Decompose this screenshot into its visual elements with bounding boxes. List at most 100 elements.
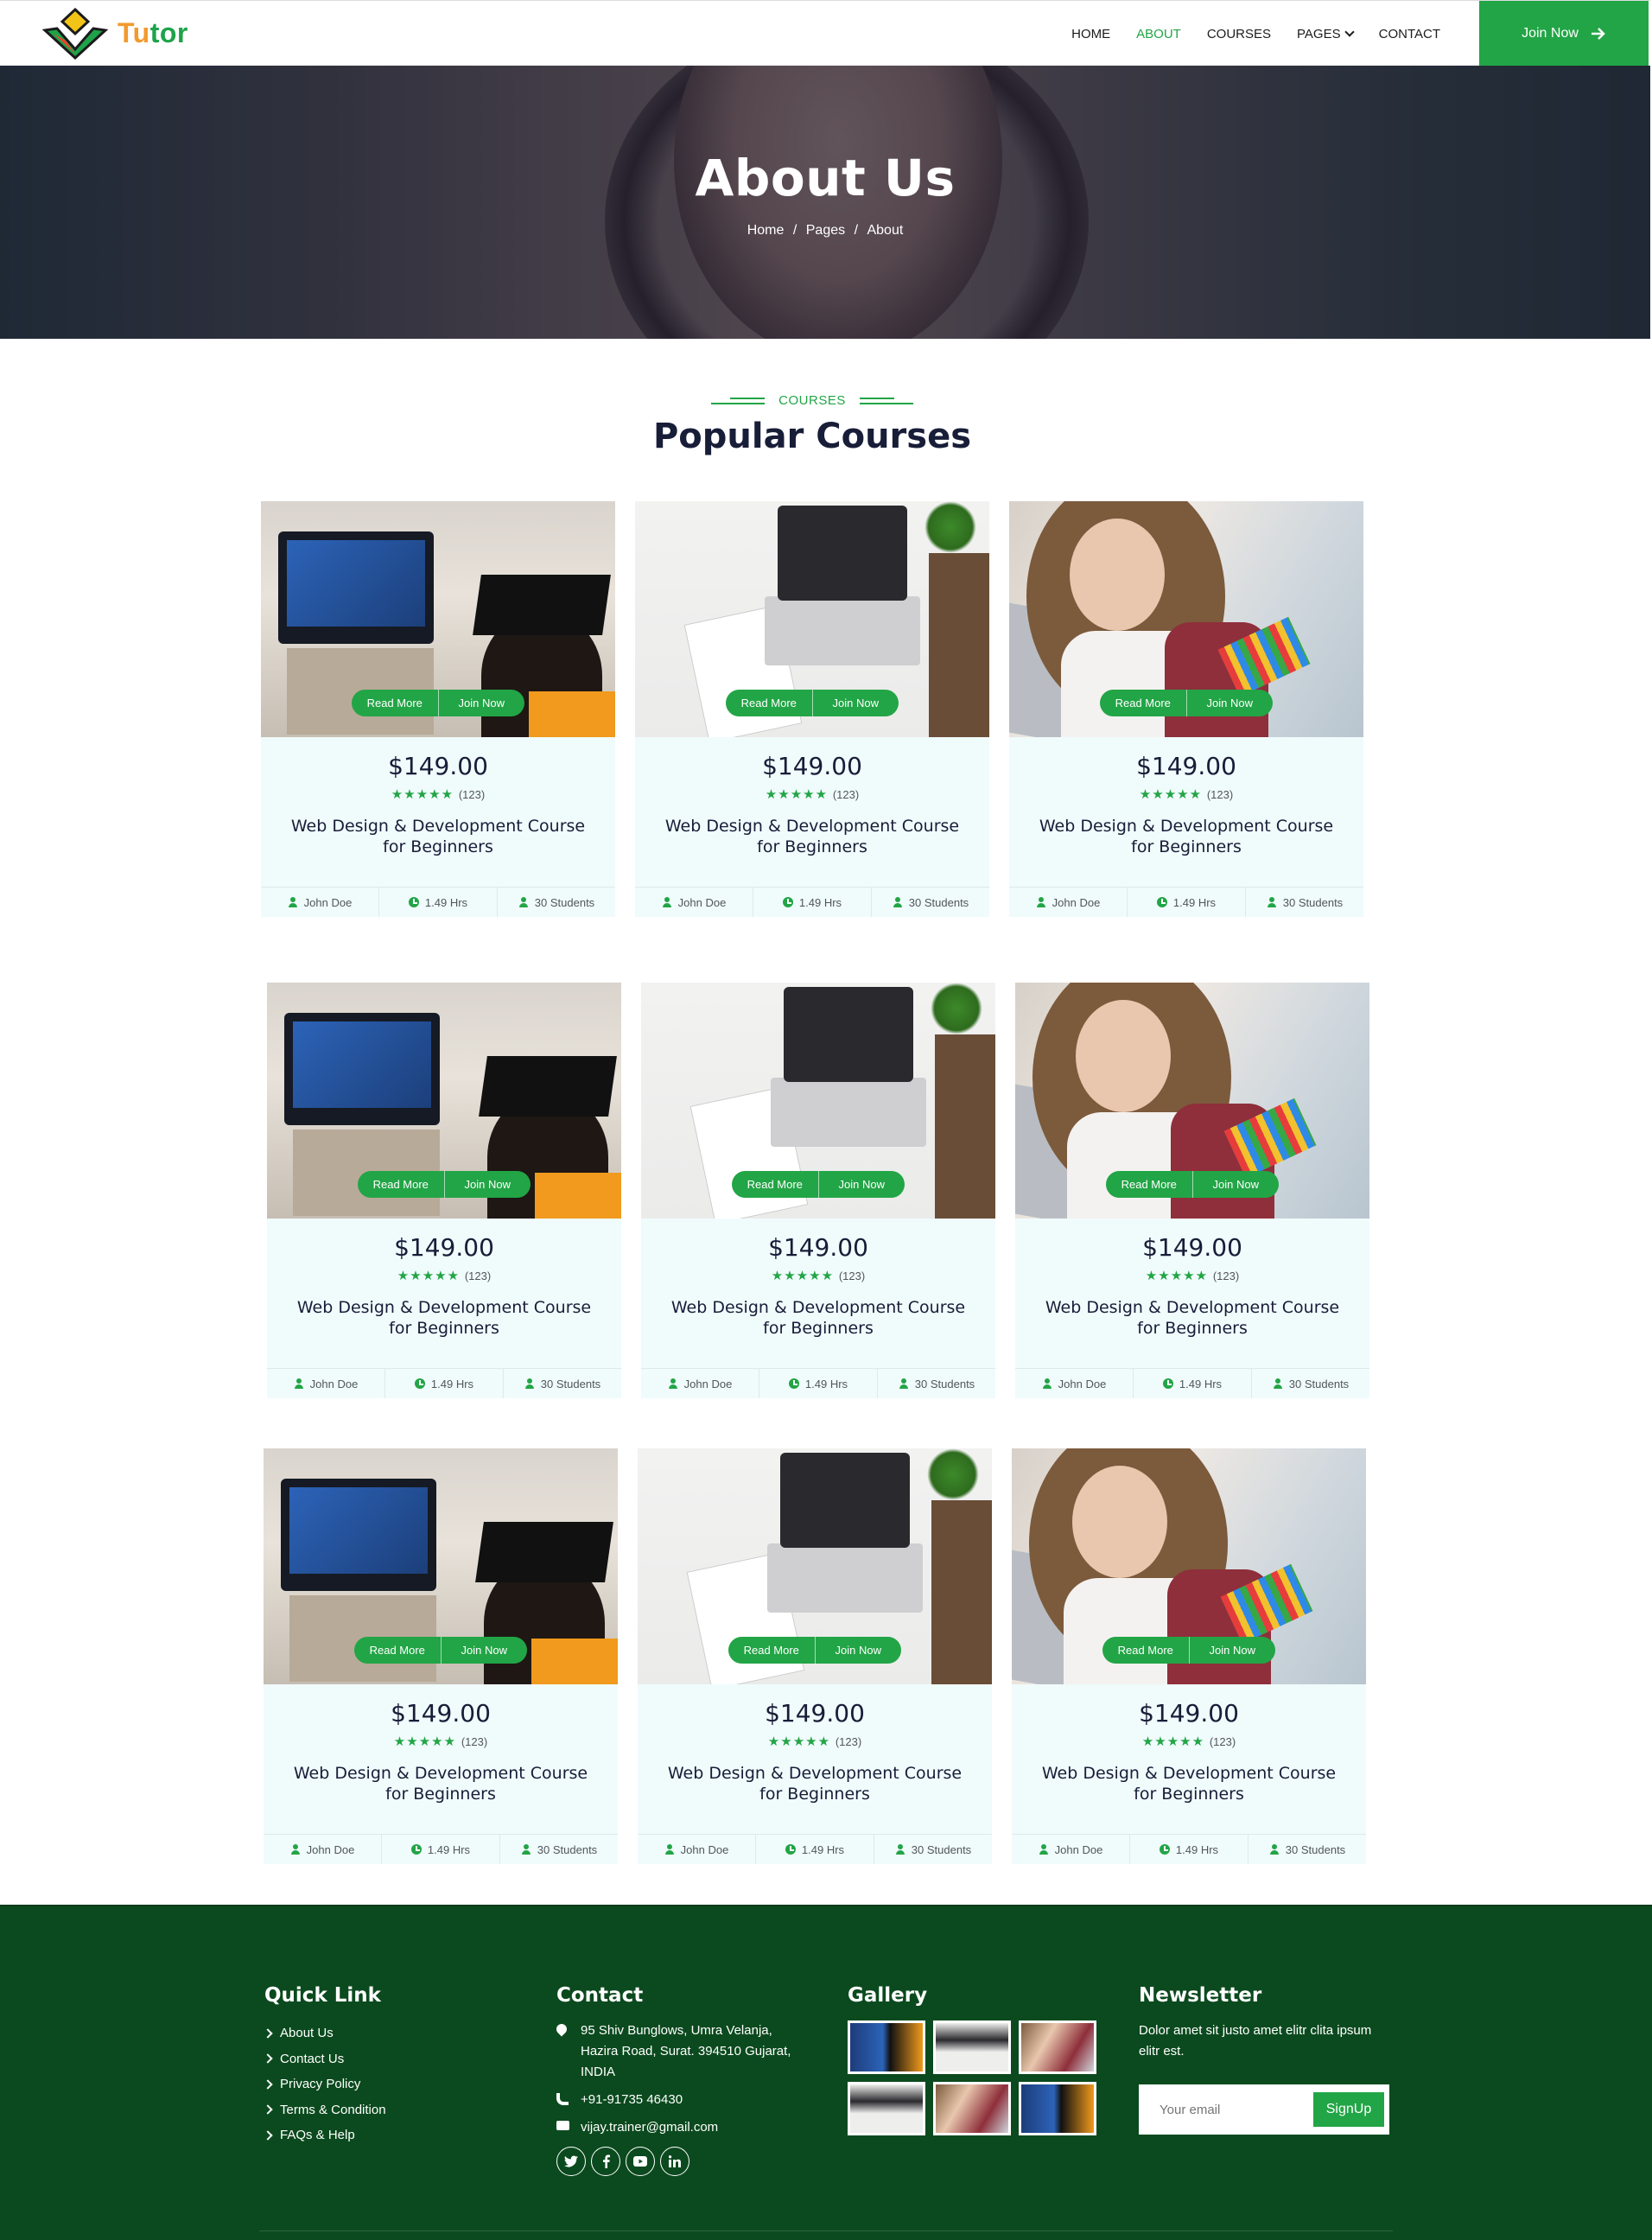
star-icon: ★ bbox=[1170, 1268, 1184, 1283]
read-more-button[interactable]: Read More bbox=[726, 690, 813, 716]
join-now-course-button[interactable]: Join Now bbox=[818, 1171, 905, 1198]
user-icon bbox=[524, 1378, 535, 1389]
course-rating: ★★★★★ (123) bbox=[264, 1734, 618, 1749]
page-header: About Us Home / Pages / About bbox=[0, 66, 1650, 339]
clock-icon bbox=[1162, 1378, 1173, 1389]
linkedin-icon[interactable] bbox=[660, 2147, 689, 2176]
twitter-icon[interactable] bbox=[556, 2147, 586, 2176]
star-icon: ★ bbox=[821, 1268, 835, 1283]
nav-contact[interactable]: CONTACT bbox=[1366, 27, 1453, 41]
course-card[interactable]: Read More Join Now $149.00 ★★★★★ (123) Web D… bbox=[1015, 983, 1369, 1398]
gallery-image[interactable] bbox=[933, 2020, 1011, 2074]
course-meta: John Doe 1.49 Hrs 30 Students bbox=[638, 1834, 992, 1864]
read-more-button[interactable]: Read More bbox=[358, 1171, 445, 1198]
join-now-course-button[interactable]: Join Now bbox=[1189, 1637, 1275, 1664]
meta-students: 30 Students bbox=[1246, 888, 1363, 917]
join-now-course-button[interactable]: Join Now bbox=[1192, 1171, 1279, 1198]
read-more-button[interactable]: Read More bbox=[352, 690, 439, 716]
footer-link-terms[interactable]: Terms & Condition bbox=[264, 2097, 386, 2123]
nav-about[interactable]: ABOUT bbox=[1123, 27, 1194, 41]
gallery-image[interactable] bbox=[848, 2082, 925, 2135]
read-more-button[interactable]: Read More bbox=[1106, 1171, 1193, 1198]
course-title[interactable]: Web Design & Development Course for Begi… bbox=[1029, 1763, 1349, 1804]
join-now-course-button[interactable]: Join Now bbox=[438, 690, 524, 716]
newsletter-email-input[interactable] bbox=[1146, 2090, 1310, 2129]
gallery-image[interactable] bbox=[933, 2082, 1011, 2135]
nav-pages[interactable]: PAGES bbox=[1284, 27, 1366, 41]
meta-instructor: John Doe bbox=[1012, 1835, 1130, 1864]
breadcrumb-home[interactable]: Home bbox=[747, 223, 785, 238]
course-card[interactable]: Read More Join Now $149.00 ★★★★★ (123) Web D… bbox=[261, 501, 615, 917]
course-title[interactable]: Web Design & Development Course for Begi… bbox=[284, 1297, 604, 1339]
join-now-course-button[interactable]: Join Now bbox=[815, 1637, 901, 1664]
course-title[interactable]: Web Design & Development Course for Begi… bbox=[278, 816, 598, 857]
star-icon: ★ bbox=[391, 786, 404, 802]
join-now-course-button[interactable]: Join Now bbox=[812, 690, 899, 716]
brand[interactable]: Tutor bbox=[41, 6, 188, 60]
duration-text: 1.49 Hrs bbox=[1179, 1377, 1223, 1390]
star-icon: ★ bbox=[410, 1268, 423, 1283]
meta-duration: 1.49 Hrs bbox=[753, 888, 872, 917]
footer-contact: Contact 95 Shiv Bunglows, Umra Velanja, … bbox=[554, 1984, 798, 2176]
star-icon: ★ bbox=[1164, 786, 1178, 802]
gallery-image[interactable] bbox=[848, 2020, 925, 2074]
join-now-course-button[interactable]: Join Now bbox=[1186, 690, 1273, 716]
course-title[interactable]: Web Design & Development Course for Begi… bbox=[281, 1763, 600, 1804]
read-more-button[interactable]: Read More bbox=[354, 1637, 442, 1664]
footer-link-privacy[interactable]: Privacy Policy bbox=[264, 2071, 386, 2097]
arrow-right-icon bbox=[1591, 27, 1605, 40]
footer-link-contact[interactable]: Contact Us bbox=[264, 2046, 386, 2072]
footer-divider bbox=[259, 2230, 1393, 2231]
instructor-name: John Doe bbox=[1058, 1377, 1107, 1390]
star-icon: ★ bbox=[422, 1268, 435, 1283]
gallery-image[interactable] bbox=[1019, 2020, 1096, 2074]
students-text: 30 Students bbox=[540, 1377, 601, 1390]
course-title[interactable]: Web Design & Development Course for Begi… bbox=[655, 1763, 975, 1804]
course-card[interactable]: Read More Join Now $149.00 ★★★★★ (123) Web D… bbox=[267, 983, 621, 1398]
gallery-image[interactable] bbox=[1019, 2082, 1096, 2135]
clock-icon bbox=[782, 897, 793, 907]
course-actions: Read More Join Now bbox=[354, 1637, 527, 1664]
youtube-icon[interactable] bbox=[626, 2147, 655, 2176]
read-more-button[interactable]: Read More bbox=[728, 1637, 816, 1664]
meta-instructor: John Doe bbox=[267, 1369, 385, 1398]
join-now-button[interactable]: Join Now bbox=[1479, 1, 1649, 66]
read-more-button[interactable]: Read More bbox=[732, 1171, 819, 1198]
meta-duration: 1.49 Hrs bbox=[1128, 888, 1246, 917]
read-more-button[interactable]: Read More bbox=[1100, 690, 1187, 716]
course-card[interactable]: Read More Join Now $149.00 ★★★★★ (123) Web D… bbox=[1009, 501, 1363, 917]
star-icon: ★ bbox=[767, 1734, 781, 1749]
course-title[interactable]: Web Design & Development Course for Begi… bbox=[1032, 1297, 1352, 1339]
course-card[interactable]: Read More Join Now $149.00 ★★★★★ (123) Web D… bbox=[264, 1448, 618, 1864]
course-card[interactable]: Read More Join Now $149.00 ★★★★★ (123) Web D… bbox=[641, 983, 995, 1398]
nav-courses[interactable]: COURSES bbox=[1194, 27, 1284, 41]
course-card[interactable]: Read More Join Now $149.00 ★★★★★ (123) Web D… bbox=[638, 1448, 992, 1864]
course-title[interactable]: Web Design & Development Course for Begi… bbox=[1026, 816, 1346, 857]
course-card[interactable]: Read More Join Now $149.00 ★★★★★ (123) Web D… bbox=[1012, 1448, 1366, 1864]
clock-icon bbox=[785, 1844, 796, 1855]
course-rating: ★★★★★ (123) bbox=[1012, 1734, 1366, 1749]
course-card[interactable]: Read More Join Now $149.00 ★★★★★ (123) Web D… bbox=[635, 501, 989, 917]
join-now-course-button[interactable]: Join Now bbox=[441, 1637, 527, 1664]
star-icon: ★ bbox=[435, 1268, 448, 1283]
course-rating: ★★★★★ (123) bbox=[267, 1268, 621, 1283]
course-title[interactable]: Web Design & Development Course for Begi… bbox=[658, 1297, 978, 1339]
review-count: (123) bbox=[838, 1270, 866, 1282]
footer-link-faqs[interactable]: FAQs & Help bbox=[264, 2122, 386, 2148]
course-title[interactable]: Web Design & Development Course for Begi… bbox=[652, 816, 972, 857]
chevron-down-icon bbox=[1344, 27, 1355, 37]
signup-button[interactable]: SignUp bbox=[1313, 2092, 1384, 2127]
breadcrumb-pages[interactable]: Pages bbox=[806, 223, 845, 238]
instructor-name: John Doe bbox=[309, 1377, 359, 1390]
meta-instructor: John Doe bbox=[638, 1835, 756, 1864]
meta-duration: 1.49 Hrs bbox=[382, 1835, 500, 1864]
read-more-button[interactable]: Read More bbox=[1102, 1637, 1190, 1664]
meta-instructor: John Doe bbox=[1015, 1369, 1134, 1398]
star-icon: ★ bbox=[443, 1734, 457, 1749]
footer-newsletter: Newsletter Dolor amet sit justo amet eli… bbox=[1139, 1984, 1389, 2135]
nav-home[interactable]: HOME bbox=[1058, 27, 1123, 41]
footer-link-about[interactable]: About Us bbox=[264, 2020, 386, 2046]
star-icon: ★ bbox=[397, 1268, 410, 1283]
facebook-icon[interactable] bbox=[591, 2147, 620, 2176]
join-now-course-button[interactable]: Join Now bbox=[444, 1171, 531, 1198]
